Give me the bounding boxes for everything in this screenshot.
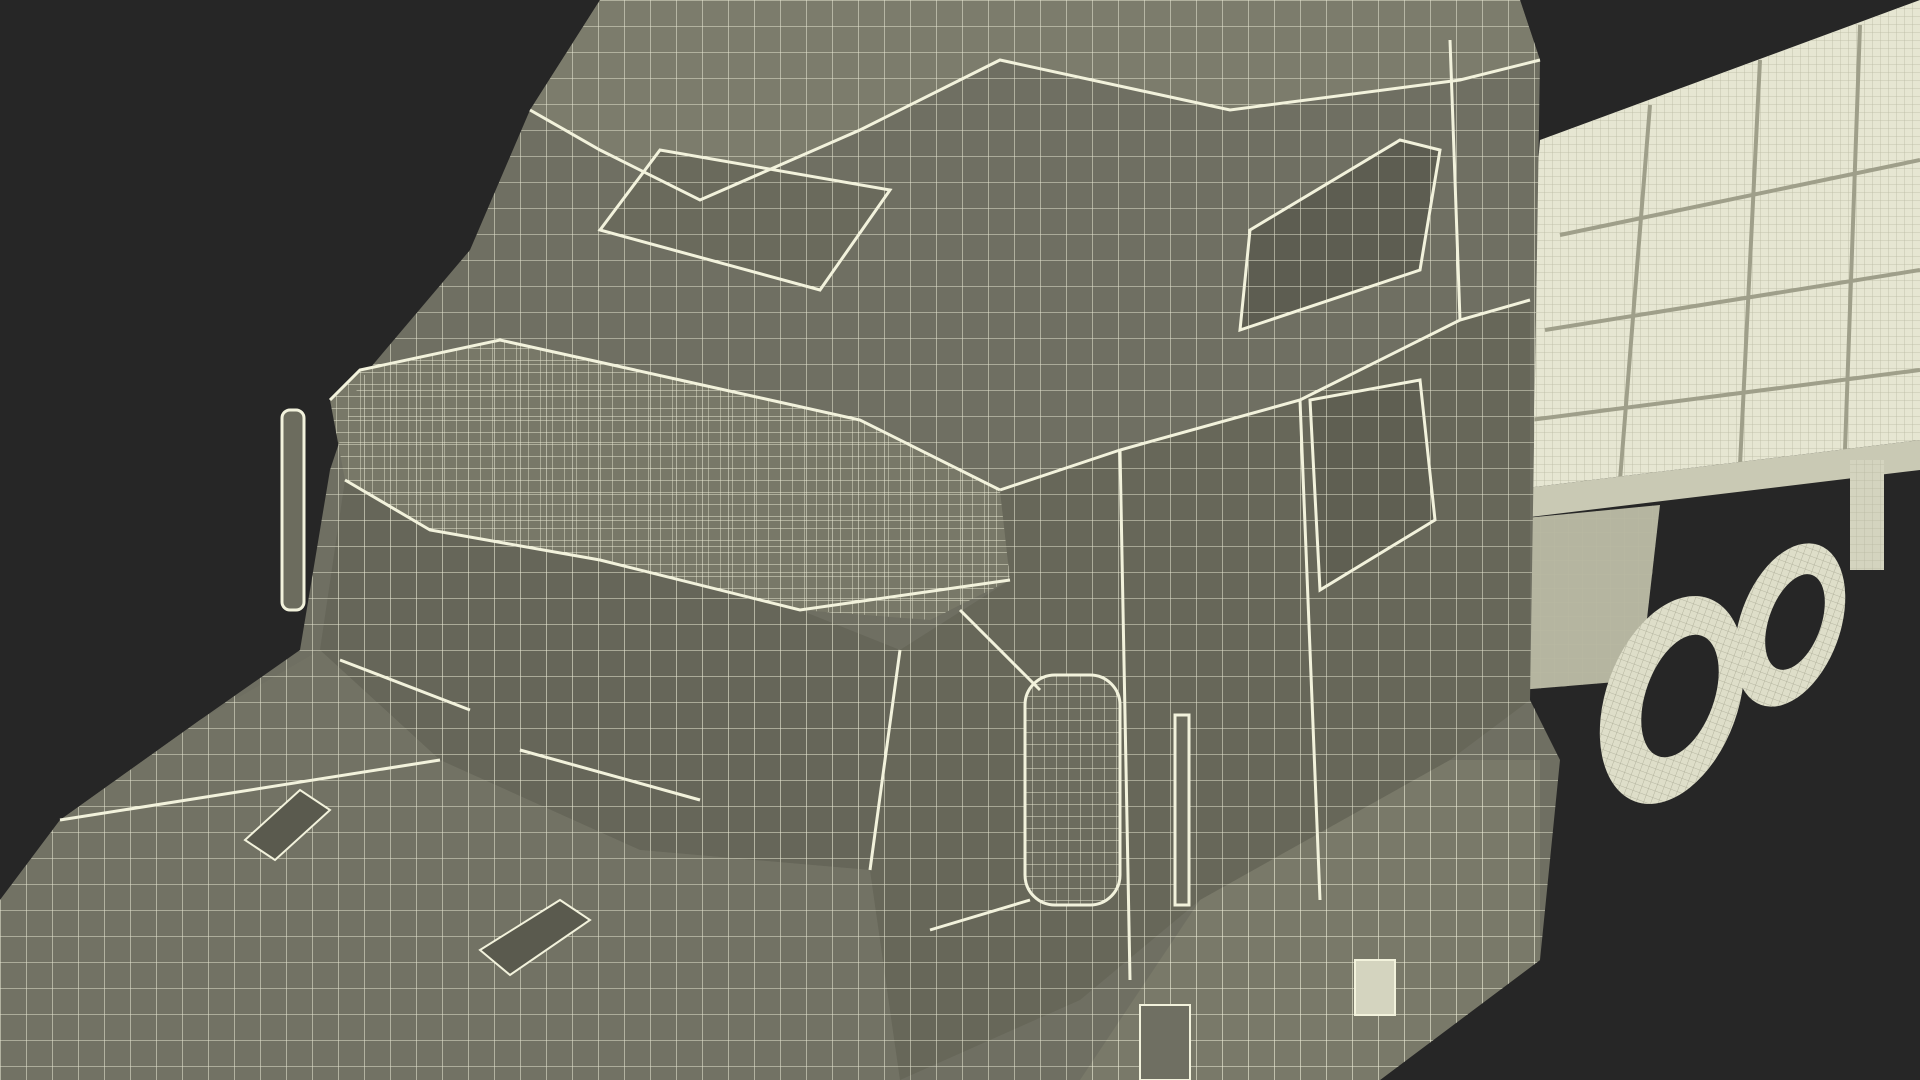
wireframe-render bbox=[0, 0, 1920, 1080]
door-handle bbox=[1173, 713, 1191, 907]
left-mirror bbox=[280, 408, 306, 612]
truck-cab bbox=[0, 0, 1560, 1080]
flatbed-trailer bbox=[1505, 0, 1920, 690]
render-viewport bbox=[0, 0, 1920, 1080]
